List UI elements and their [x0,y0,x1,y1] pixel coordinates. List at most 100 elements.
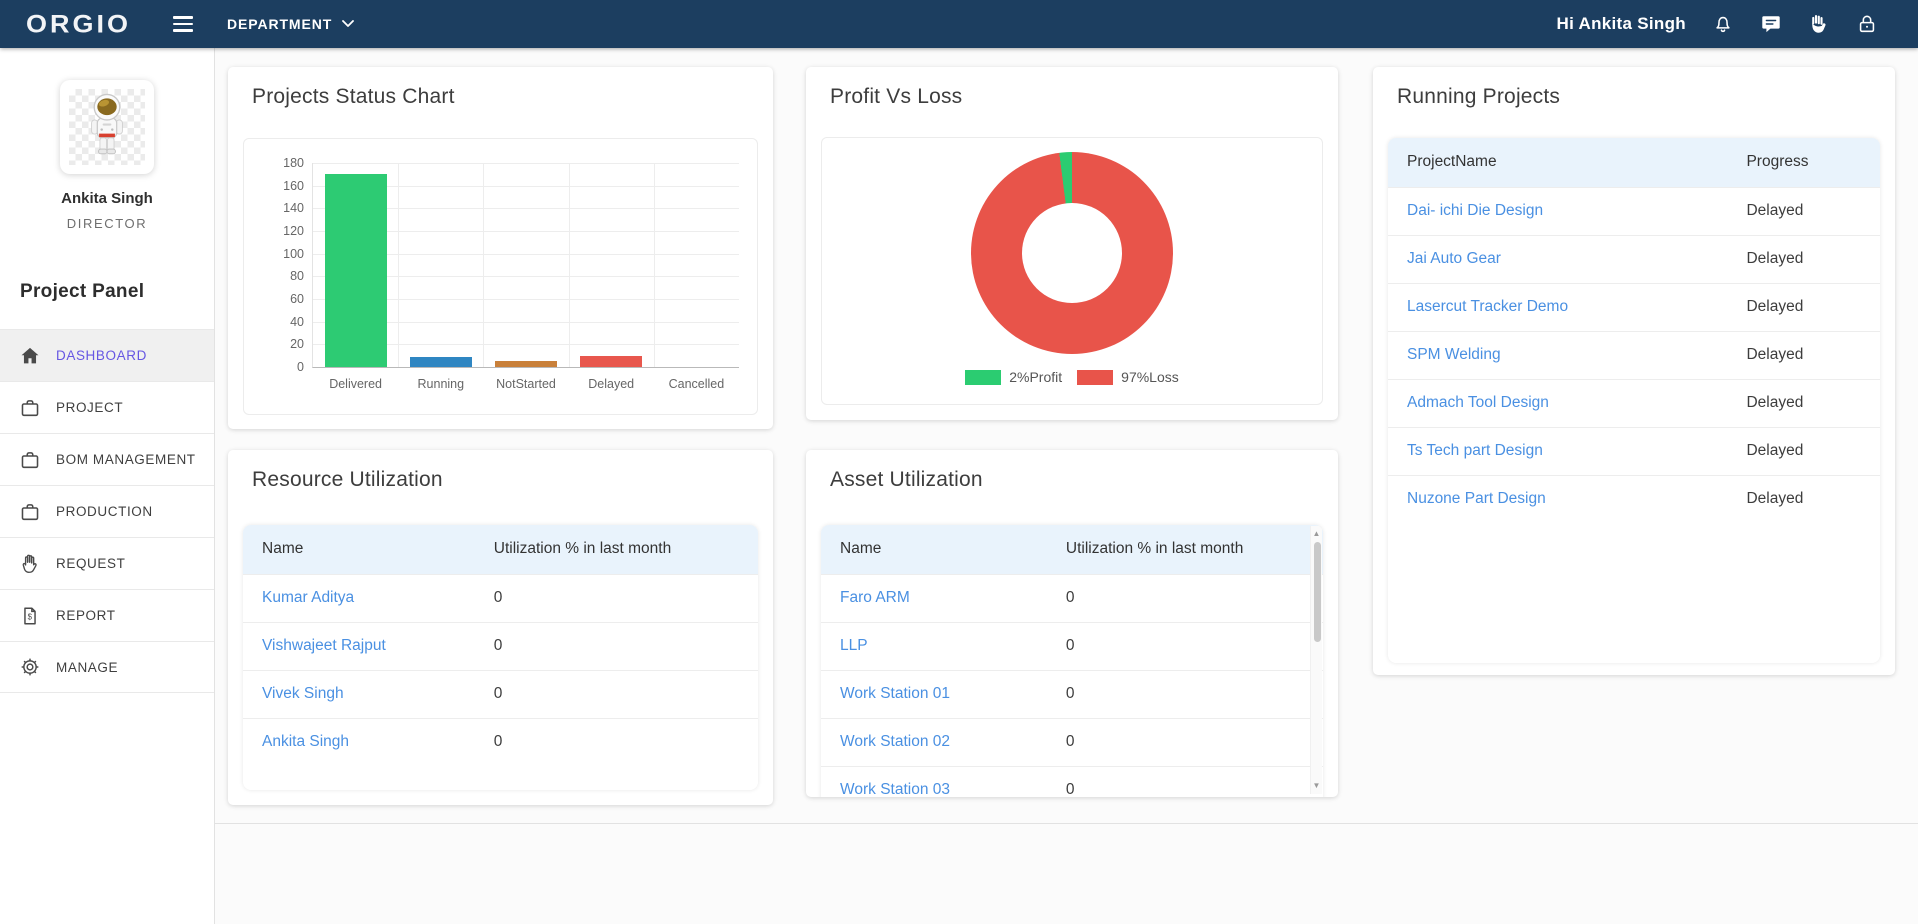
department-label: DEPARTMENT [227,16,332,32]
project-link[interactable]: Ts Tech part Design [1407,442,1543,459]
y-axis-tick-label: 120 [283,224,304,238]
row-value-cell: Delayed [1727,427,1880,475]
legend-label: 2%Profit [1009,369,1062,385]
chevron-down-icon [342,20,354,28]
row-name-cell: Dai- ichi Die Design [1388,187,1727,235]
asset-link[interactable]: Work Station 03 [840,781,950,797]
project-link[interactable]: SPM Welding [1407,346,1501,363]
resource-utilization-card: Resource Utilization NameUtilization % i… [228,450,773,805]
project-link[interactable]: Admach Tool Design [1407,394,1549,411]
row-value-cell: Delayed [1727,379,1880,427]
scrollbar[interactable]: ▲ ▼ [1310,526,1322,794]
x-axis-tick-label: Cancelled [669,377,725,391]
user-greeting: Hi Ankita Singh [1557,14,1687,34]
row-value-cell: 0 [475,718,758,766]
home-icon [19,345,41,367]
donut-legend: 2%Profit97%Loss [822,369,1322,385]
sidebar-item-label: PROJECT [56,400,123,415]
asset-utilization-table-wrap: NameUtilization % in last monthFaro ARM0… [821,525,1323,797]
running-projects-table: ProjectNameProgressDai- ichi Die DesignD… [1388,138,1880,523]
sidebar-item-label: REPORT [56,608,116,623]
sidebar-item-label: PRODUCTION [56,504,153,519]
row-value-cell: 0 [1047,574,1323,622]
running-projects-card: Running Projects ProjectNameProgressDai-… [1373,67,1895,675]
table-row: Nuzone Part DesignDelayed [1388,475,1880,523]
gridline [398,163,399,367]
row-name-cell: Lasercut Tracker Demo [1388,283,1727,331]
sidebar-item-label: REQUEST [56,556,125,571]
hand-outline-icon [19,553,41,575]
resource-link[interactable]: Vivek Singh [262,685,344,702]
table-row: Vivek Singh0 [243,670,758,718]
profit-vs-loss-card: Profit Vs Loss 2%Profit97%Loss [806,67,1338,420]
asset-utilization-table: NameUtilization % in last monthFaro ARM0… [821,525,1323,797]
project-link[interactable]: Dai- ichi Die Design [1407,202,1543,219]
project-link[interactable]: Lasercut Tracker Demo [1407,298,1568,315]
x-axis-tick-label: NotStarted [496,377,556,391]
x-axis-tick-label: Running [418,377,465,391]
row-value-cell: 0 [1047,670,1323,718]
legend-swatch [965,370,1001,385]
report-icon: $ [19,605,41,627]
table-row: Work Station 030 [821,766,1323,797]
sidebar-item-report[interactable]: $ REPORT [0,589,214,641]
row-name-cell: Nuzone Part Design [1388,475,1727,523]
resource-link[interactable]: Ankita Singh [262,733,349,750]
sidebar-item-dashboard[interactable]: DASHBOARD [0,329,214,381]
sidebar-menu: DASHBOARD PROJECT BOM MANAGEMENT PRODUCTION… [0,329,214,693]
y-axis-tick-label: 80 [290,269,304,283]
project-link[interactable]: Jai Auto Gear [1407,250,1501,267]
sidebar-item-manage[interactable]: MANAGE [0,641,214,693]
table-row: Work Station 01 0 [821,670,1323,718]
row-value-cell: Delayed [1727,331,1880,379]
row-value-cell: Delayed [1727,235,1880,283]
avatar [60,80,154,174]
table-row: Vishwajeet Rajput 0 [243,622,758,670]
asset-link[interactable]: Work Station 02 [840,733,950,750]
row-value-cell: 0 [475,574,758,622]
asset-link[interactable]: Faro ARM [840,589,910,606]
resource-link[interactable]: Kumar Aditya [262,589,354,606]
chat-icon[interactable] [1760,13,1782,35]
asset-link[interactable]: Work Station 01 [840,685,950,702]
asset-utilization-title: Asset Utilization [830,468,983,492]
table-header-row: NameUtilization % in last month [243,525,758,574]
sidebar-item-bom-management[interactable]: BOM MANAGEMENT [0,433,214,485]
asset-utilization-card: Asset Utilization NameUtilization % in l… [806,450,1338,797]
column-header: Utilization % in last month [1047,525,1323,574]
sidebar-item-label: MANAGE [56,660,118,675]
row-value-cell: 0 [475,622,758,670]
department-dropdown[interactable]: DEPARTMENT [227,16,354,32]
hamburger-menu-icon[interactable] [169,12,197,35]
main-content: Projects Status Chart 020406080100120140… [215,48,1918,924]
hand-icon[interactable] [1808,13,1830,35]
sidebar-item-production[interactable]: PRODUCTION [0,485,214,537]
row-name-cell: Ankita Singh [243,718,475,766]
y-axis-tick-label: 60 [290,292,304,306]
sidebar-user-name: Ankita Singh [0,190,214,207]
gridline [313,163,739,164]
scrollbar-up-arrow[interactable]: ▲ [1311,528,1322,540]
column-header: Utilization % in last month [475,525,758,574]
project-link[interactable]: Nuzone Part Design [1407,490,1546,507]
projects-status-chart-title: Projects Status Chart [252,85,455,109]
running-projects-title: Running Projects [1397,85,1560,109]
lock-icon[interactable] [1856,13,1878,35]
asset-link[interactable]: LLP [840,637,868,654]
gridline [569,163,570,367]
row-name-cell: Ts Tech part Design [1388,427,1727,475]
sidebar-item-project[interactable]: PROJECT [0,381,214,433]
content-divider [215,823,1918,824]
projects-status-chart-card: Projects Status Chart 020406080100120140… [228,67,773,429]
briefcase-icon [19,501,41,523]
row-value-cell: Delayed [1727,187,1880,235]
legend-swatch [1077,370,1113,385]
sidebar: Ankita Singh DIRECTOR Project Panel DASH… [0,48,215,924]
scrollbar-thumb[interactable] [1314,542,1321,642]
sidebar-item-request[interactable]: REQUEST [0,537,214,589]
scrollbar-down-arrow[interactable]: ▼ [1311,780,1322,792]
resource-link[interactable]: Vishwajeet Rajput [262,637,386,654]
bell-icon[interactable] [1712,13,1734,35]
x-axis-tick-label: Delivered [329,377,382,391]
row-name-cell: Work Station 03 [821,766,1047,797]
